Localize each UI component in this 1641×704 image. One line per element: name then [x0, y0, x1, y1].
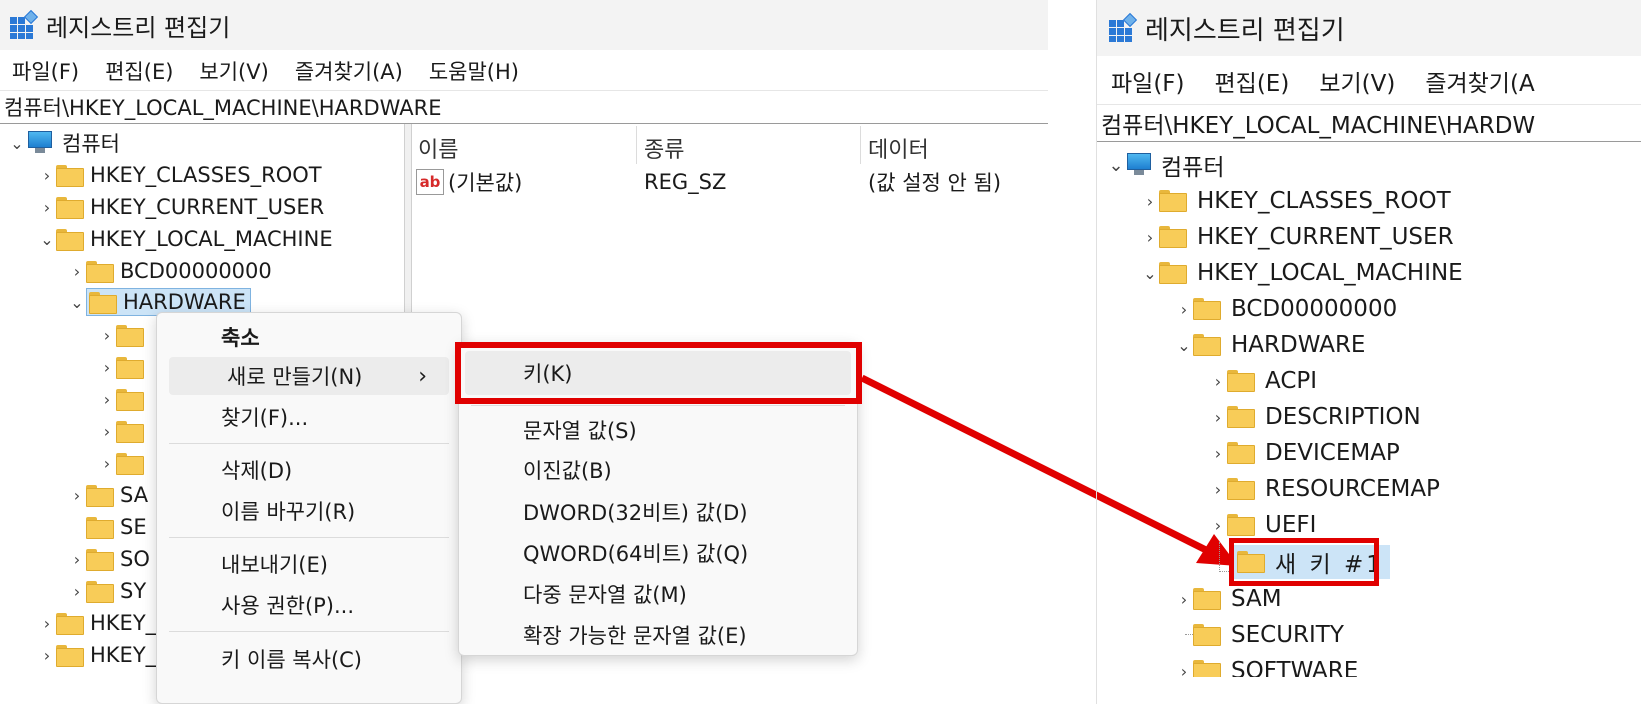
tree-item-hklm[interactable]: ⌄ HKEY_LOCAL_MACHINE	[1141, 256, 1463, 290]
folder-icon	[1227, 514, 1257, 536]
chevron-right-icon[interactable]: ›	[1175, 590, 1193, 609]
chevron-right-icon[interactable]: ›	[1175, 300, 1193, 319]
tree-label: SAM	[1231, 586, 1282, 612]
chevron-right-icon[interactable]: ›	[1209, 372, 1227, 391]
tree-item-bcd[interactable]: › BCD00000000	[1175, 292, 1397, 326]
folder-icon	[1159, 190, 1189, 212]
tree-label: DEVICEMAP	[1265, 440, 1400, 466]
tree-label: HARDWARE	[1231, 332, 1366, 358]
tree-item-acpi[interactable]: › ACPI	[1209, 364, 1317, 398]
chevron-right-icon[interactable]: ›	[1209, 408, 1227, 427]
folder-icon	[1227, 406, 1257, 428]
tree-item-hkcr[interactable]: › HKEY_CLASSES_ROOT	[1141, 184, 1451, 218]
folder-icon	[1193, 334, 1223, 356]
address-text: 컴퓨터\HKEY_LOCAL_MACHINE\HARDW	[1101, 113, 1536, 139]
chevron-right-icon[interactable]: ›	[1141, 228, 1159, 247]
chevron-right-icon[interactable]: ›	[1209, 516, 1227, 535]
tree-label: RESOURCEMAP	[1265, 476, 1440, 502]
chevron-right-icon[interactable]: ›	[1141, 192, 1159, 211]
folder-icon	[1227, 442, 1257, 464]
highlight-box-new-key	[1229, 538, 1379, 586]
tree-item-devicemap[interactable]: › DEVICEMAP	[1209, 436, 1400, 470]
chevron-right-icon[interactable]: ›	[1209, 444, 1227, 463]
folder-icon	[1159, 226, 1189, 248]
folder-icon	[1159, 262, 1189, 284]
tree-item-uefi[interactable]: › UEFI	[1209, 508, 1317, 542]
tree-label: UEFI	[1265, 512, 1317, 538]
tree-root-computer[interactable]: ⌄ 컴퓨터	[1107, 148, 1224, 182]
chevron-down-icon[interactable]: ⌄	[1175, 336, 1193, 355]
folder-icon	[1193, 588, 1223, 610]
folder-icon	[1227, 478, 1257, 500]
tree-label: HKEY_LOCAL_MACHINE	[1197, 260, 1463, 286]
tree-guide-line	[1219, 542, 1220, 572]
window-bottom-edge	[1097, 677, 1641, 704]
chevron-down-icon[interactable]: ⌄	[1141, 264, 1159, 283]
chevron-right-icon[interactable]: ›	[1209, 480, 1227, 499]
tree-label: ACPI	[1265, 368, 1318, 394]
tree-label: DESCRIPTION	[1265, 404, 1421, 430]
right-window: 레지스트리 편집기 파일(F) 편집(E) 보기(V) 즐겨찾기(A 컴퓨터\H…	[1096, 0, 1641, 704]
tree-item-description[interactable]: › DESCRIPTION	[1209, 400, 1421, 434]
tree-label: 컴퓨터	[1161, 155, 1225, 181]
tree-pane: ⌄ 컴퓨터 › HKEY_CLASSES_ROOT › HKEY_CURRENT_US…	[1097, 142, 1641, 704]
tree-label: HKEY_CLASSES_ROOT	[1197, 188, 1451, 214]
folder-icon	[1193, 298, 1223, 320]
folder-icon	[1193, 624, 1223, 646]
computer-icon	[1125, 153, 1153, 177]
chevron-down-icon[interactable]: ⌄	[1107, 155, 1125, 176]
tree-label: BCD00000000	[1231, 296, 1398, 322]
tree-item-hkcu[interactable]: › HKEY_CURRENT_USER	[1141, 220, 1454, 254]
tree-item-hardware[interactable]: ⌄ HARDWARE	[1175, 328, 1365, 362]
menu-edit[interactable]: 편집(E)	[1215, 64, 1290, 98]
tree-label: SECURITY	[1231, 622, 1344, 648]
menu-view[interactable]: 보기(V)	[1319, 64, 1395, 98]
window-title: 레지스트리 편집기	[1145, 15, 1345, 46]
address-bar[interactable]: 컴퓨터\HKEY_LOCAL_MACHINE\HARDW	[1097, 104, 1641, 142]
tree-item-resourcemap[interactable]: › RESOURCEMAP	[1209, 472, 1440, 506]
menu-favorites[interactable]: 즐겨찾기(A	[1425, 64, 1534, 98]
right-title-bar: 레지스트리 편집기	[1097, 0, 1641, 56]
tree-label: HKEY_CURRENT_USER	[1197, 224, 1454, 250]
tree-item-security[interactable]: SECURITY	[1175, 618, 1344, 652]
registry-editor-icon	[1109, 12, 1138, 42]
tree-item-sam[interactable]: › SAM	[1175, 582, 1282, 616]
menu-file[interactable]: 파일(F)	[1111, 64, 1185, 98]
right-menu-bar: 파일(F) 편집(E) 보기(V) 즐겨찾기(A	[1097, 62, 1641, 100]
folder-icon	[1227, 370, 1257, 392]
